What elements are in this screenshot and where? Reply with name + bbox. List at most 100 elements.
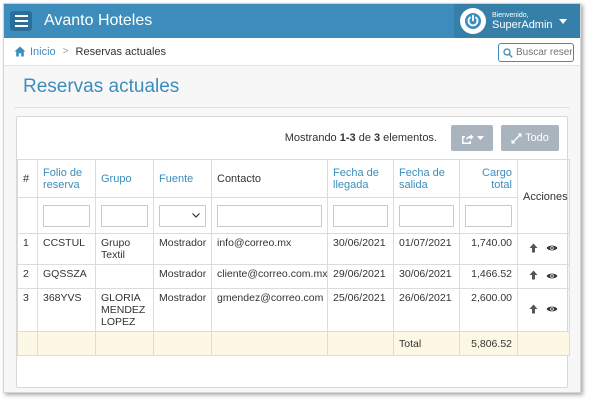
cell-actions — [517, 233, 570, 265]
column-header-source[interactable]: Fuente — [153, 159, 212, 198]
app-title[interactable]: Avanto Hoteles — [44, 12, 152, 30]
top-navbar: Avanto Hoteles Bienvenido, SuperAdmin — [4, 4, 580, 38]
column-header-departure[interactable]: Fecha de salida — [393, 159, 460, 198]
menu-icon-bar — [14, 15, 28, 17]
cell-index: 1 — [17, 233, 38, 265]
total-empty-cell — [95, 331, 154, 356]
grid-toolbar: Mostrando 1-3 de 3 elementos. Todo — [17, 117, 567, 159]
column-header-folio[interactable]: Folio de reserva — [37, 159, 96, 198]
column-header-actions: Acciones — [517, 159, 570, 234]
cell-departure: 30/06/2021 — [393, 264, 460, 289]
total-empty-cell — [17, 331, 38, 356]
table-row: 2 GQSSZA Mostrador cliente@correo.com.mx… — [17, 264, 570, 289]
filter-cell-departure — [393, 197, 460, 234]
home-icon — [14, 46, 26, 57]
summary-mid: de — [355, 132, 374, 144]
cell-charge: 1,740.00 — [459, 233, 518, 265]
folio-filter-input[interactable] — [43, 204, 90, 227]
column-header-arrival[interactable]: Fecha de llegada — [327, 159, 394, 198]
column-header-charge[interactable]: Cargo total — [459, 159, 518, 198]
eye-icon[interactable] — [546, 304, 558, 316]
expand-icon — [511, 133, 522, 143]
source-filter-select[interactable] — [159, 204, 206, 227]
table-header-row: # Folio de reserva Grupo Fuente Contacto… — [17, 159, 570, 234]
summary-text: Mostrando 1-3 de 3 elementos. — [285, 132, 437, 144]
caret-down-icon — [476, 135, 484, 140]
breadcrumb-home-label: Inicio — [30, 45, 56, 58]
column-header-contact: Contacto — [211, 159, 328, 198]
cell-arrival: 25/06/2021 — [327, 288, 394, 332]
cell-index: 2 — [17, 264, 38, 289]
charge-filter-input[interactable] — [465, 204, 512, 227]
user-label: Bienvenido, SuperAdmin — [492, 12, 553, 31]
cell-contact: info@correo.mx — [211, 233, 328, 265]
cell-folio: CCSTUL — [37, 233, 96, 265]
total-value: 5,806.52 — [459, 331, 518, 356]
menu-toggle-button[interactable] — [10, 11, 32, 31]
show-all-button[interactable]: Todo — [501, 125, 559, 151]
total-empty-cell — [327, 331, 394, 356]
summary-prefix: Mostrando — [284, 132, 340, 144]
cell-arrival: 30/06/2021 — [327, 233, 394, 265]
cell-group: GLORIA MENDEZ LOPEZ — [95, 288, 154, 332]
total-label: Total — [393, 331, 460, 356]
total-empty-cell — [211, 331, 328, 356]
table-row: 3 368YVS GLORIA MENDEZ LOPEZ Mostrador g… — [17, 288, 570, 332]
user-name: SuperAdmin — [492, 18, 553, 31]
app-window: Avanto Hoteles Bienvenido, SuperAdmin In… — [3, 3, 581, 393]
caret-down-icon — [558, 18, 567, 24]
breadcrumb-separator: > — [62, 46, 69, 57]
breadcrumb: Inicio > Reservas actuales — [4, 38, 580, 66]
filter-cell-contact — [211, 197, 328, 234]
breadcrumb-home-link[interactable]: Inicio — [14, 46, 56, 58]
menu-icon-bar — [14, 25, 28, 27]
reservations-table: # Folio de reserva Grupo Fuente Contacto… — [17, 159, 570, 356]
cell-group: Grupo Textil — [95, 233, 154, 265]
chevron-down-icon — [192, 213, 200, 218]
user-menu[interactable]: Bienvenido, SuperAdmin — [454, 4, 580, 38]
arrow-up-icon[interactable] — [529, 243, 538, 256]
search-icon — [503, 47, 513, 58]
arrival-filter-input[interactable] — [333, 204, 388, 227]
search-input[interactable] — [516, 47, 572, 58]
filter-cell-arrival — [327, 197, 394, 234]
summary-range: 1-3 — [339, 132, 356, 144]
cell-actions — [517, 288, 570, 332]
arrow-up-icon[interactable] — [529, 270, 538, 283]
cell-departure: 01/07/2021 — [393, 233, 460, 265]
filter-row — [17, 197, 570, 234]
cell-group — [95, 264, 154, 289]
search-box — [498, 43, 574, 62]
cell-source: Mostrador — [153, 233, 212, 265]
total-empty-cell — [517, 331, 570, 356]
eye-icon[interactable] — [546, 271, 558, 283]
column-header-group[interactable]: Grupo — [95, 159, 154, 198]
filter-cell-index — [17, 197, 38, 234]
total-empty-cell — [153, 331, 212, 356]
total-row: Total 5,806.52 — [17, 331, 570, 356]
cell-folio: GQSSZA — [37, 264, 96, 289]
cell-contact: gmendez@correo.com — [211, 288, 328, 332]
eye-icon[interactable] — [546, 243, 558, 255]
group-filter-input[interactable] — [101, 204, 148, 227]
filter-cell-charge — [459, 197, 518, 234]
cell-folio: 368YVS — [37, 288, 96, 332]
arrow-up-icon[interactable] — [529, 304, 538, 317]
contact-filter-input[interactable] — [217, 204, 322, 227]
table-row: 1 CCSTUL Grupo Textil Mostrador info@cor… — [17, 233, 570, 265]
page-title: Reservas actuales — [23, 76, 180, 97]
cell-arrival: 29/06/2021 — [327, 264, 394, 289]
cell-source: Mostrador — [153, 264, 212, 289]
total-empty-cell — [37, 331, 96, 356]
cell-charge: 2,600.00 — [459, 288, 518, 332]
cell-contact: cliente@correo.com.mx — [211, 264, 328, 289]
reservations-panel: Mostrando 1-3 de 3 elementos. Todo # Fol… — [16, 116, 570, 388]
filter-cell-folio — [37, 197, 96, 234]
menu-icon-bar — [14, 20, 28, 22]
cell-charge: 1,466.52 — [459, 264, 518, 289]
title-divider — [14, 107, 570, 108]
departure-filter-input[interactable] — [399, 204, 454, 227]
welcome-text: Bienvenido, — [492, 11, 529, 19]
breadcrumb-current: Reservas actuales — [75, 45, 167, 58]
export-button[interactable] — [451, 125, 493, 151]
